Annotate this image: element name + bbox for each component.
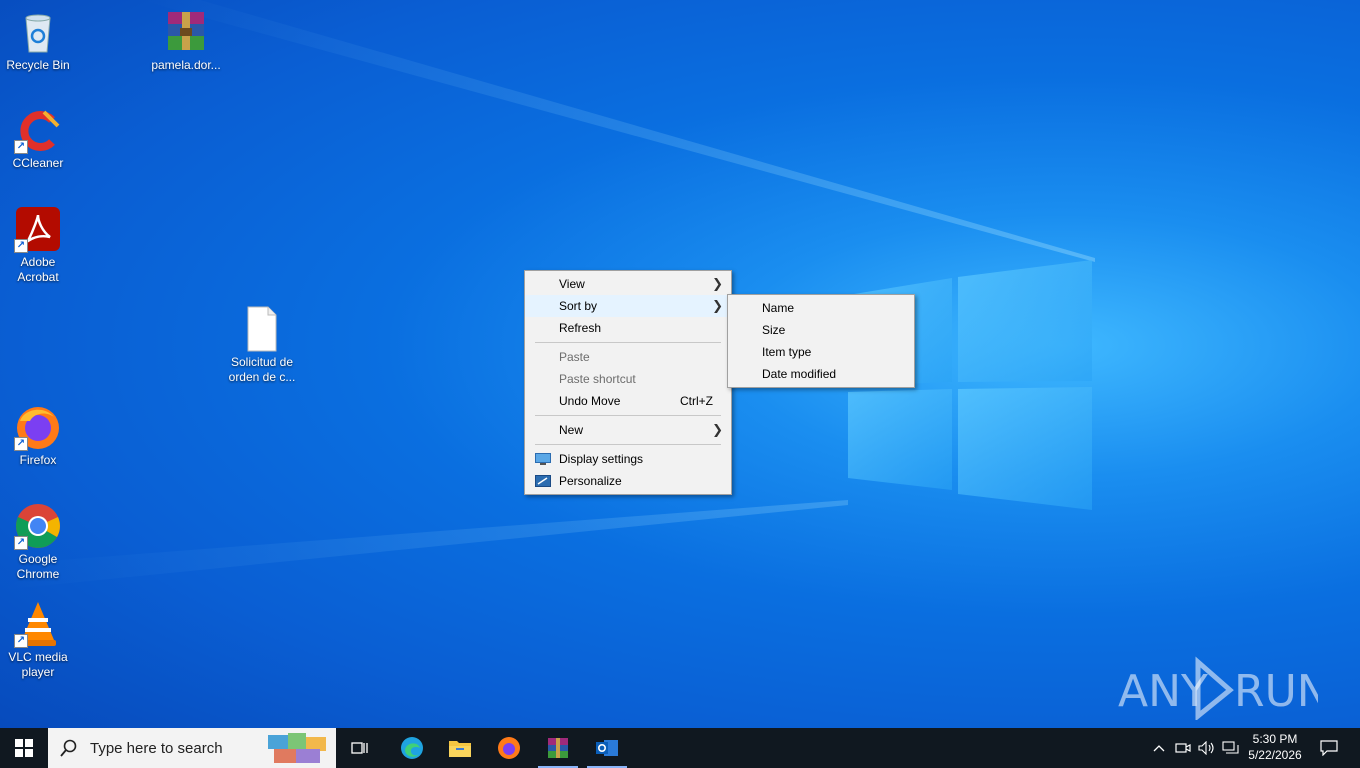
- desktop-icon-label: pamela.dor...: [151, 58, 221, 72]
- menu-item-label: Paste shortcut: [559, 372, 636, 386]
- notification-icon: [1320, 740, 1338, 756]
- winrar-archive-icon: [162, 8, 210, 56]
- desktop-icon-label: Google Chrome: [16, 552, 60, 581]
- desktop-context-menu: View ❯ Sort by ❯ Refresh Paste Paste sho…: [524, 270, 732, 495]
- search-icon: [60, 739, 77, 757]
- menu-item-undo-move[interactable]: Undo Move Ctrl+Z: [525, 390, 731, 412]
- menu-item-refresh[interactable]: Refresh: [525, 317, 731, 339]
- taskbar-winrar[interactable]: [538, 728, 578, 768]
- taskbar: Type here to search 5:30 PM 5/22/2026: [0, 728, 1360, 768]
- edge-icon: [401, 737, 423, 759]
- personalize-icon: [535, 475, 551, 487]
- menu-item-label: Date modified: [762, 367, 837, 381]
- shortcut-arrow-icon: ↗: [14, 536, 28, 550]
- show-hidden-icons-button[interactable]: [1150, 728, 1168, 768]
- sort-item-date-modified[interactable]: Date modified: [728, 363, 914, 385]
- sort-by-submenu: Name Size Item type Date modified: [727, 294, 915, 388]
- desktop-icon-label: Solicitud de orden de c...: [228, 355, 296, 384]
- taskbar-firefox[interactable]: [489, 728, 529, 768]
- shortcut-arrow-icon: ↗: [14, 437, 28, 451]
- menu-item-label: View: [559, 277, 585, 291]
- chevron-right-icon: ❯: [712, 276, 723, 291]
- menu-item-shortcut: Ctrl+Z: [680, 394, 713, 408]
- anyrun-watermark: ANY RUN: [1118, 656, 1330, 722]
- desktop-icon-label: Firefox: [19, 453, 57, 467]
- winrar-icon: [548, 738, 568, 758]
- firefox-icon: [498, 737, 520, 759]
- clock-time: 5:30 PM: [1252, 732, 1298, 746]
- sort-item-name[interactable]: Name: [728, 297, 914, 319]
- menu-item-label: Paste: [559, 350, 590, 364]
- search-placeholder: Type here to search: [90, 739, 223, 757]
- menu-item-label: Refresh: [559, 321, 602, 335]
- chrome-icon: ↗: [14, 502, 62, 550]
- taskbar-file-explorer[interactable]: [440, 728, 480, 768]
- shortcut-arrow-icon: ↗: [14, 140, 28, 154]
- menu-separator: [535, 342, 721, 343]
- watermark-text-run: RUN: [1234, 666, 1318, 717]
- chevron-right-icon: ❯: [712, 298, 723, 313]
- menu-item-paste[interactable]: Paste: [525, 346, 731, 368]
- document-file-icon: [238, 305, 286, 353]
- action-center-button[interactable]: [1312, 728, 1346, 768]
- taskbar-outlook[interactable]: [587, 728, 627, 768]
- desktop-icon-label: VLC media player: [8, 650, 68, 679]
- desktop-icon-document[interactable]: Solicitud de orden de c...: [224, 305, 300, 385]
- menu-item-label: Personalize: [559, 474, 622, 488]
- menu-item-sort-by[interactable]: Sort by ❯: [525, 295, 731, 317]
- sort-item-item-type[interactable]: Item type: [728, 341, 914, 363]
- search-highlight-puzzle-icon: [268, 733, 326, 763]
- menu-item-label: Display settings: [559, 452, 644, 466]
- desktop-icon-recycle-bin[interactable]: Recycle Bin: [0, 8, 76, 73]
- ccleaner-icon: ↗: [14, 106, 62, 154]
- shortcut-arrow-icon: ↗: [14, 239, 28, 253]
- taskbar-search-box[interactable]: Type here to search: [48, 728, 336, 768]
- menu-item-view[interactable]: View ❯: [525, 273, 731, 295]
- outlook-icon: [596, 740, 618, 756]
- menu-item-label: New: [559, 423, 584, 437]
- file-explorer-icon: [449, 741, 471, 757]
- menu-item-label: Item type: [762, 345, 812, 359]
- shortcut-arrow-icon: ↗: [14, 634, 28, 648]
- menu-item-label: Size: [762, 323, 786, 337]
- menu-separator: [535, 444, 721, 445]
- desktop-icon-label: Adobe Acrobat: [17, 255, 59, 284]
- tray-volume[interactable]: [1196, 728, 1218, 768]
- menu-item-personalize[interactable]: Personalize: [525, 470, 731, 492]
- tray-meet-now[interactable]: [1172, 728, 1194, 768]
- windows-logo-icon: [15, 739, 33, 757]
- desktop-icon-google-chrome[interactable]: ↗ Google Chrome: [0, 502, 76, 582]
- menu-item-label: Undo Move: [559, 394, 621, 408]
- task-view-icon: [351, 742, 368, 754]
- menu-item-label: Name: [762, 301, 795, 315]
- firefox-icon: ↗: [14, 403, 62, 451]
- speaker-icon: [1198, 741, 1214, 755]
- taskbar-edge[interactable]: [392, 728, 432, 768]
- watermark-text-any: ANY: [1118, 666, 1208, 717]
- task-view-button[interactable]: [340, 728, 380, 768]
- desktop-icon-firefox[interactable]: ↗ Firefox: [0, 403, 76, 468]
- display-settings-icon: [535, 453, 551, 465]
- menu-item-new[interactable]: New ❯: [525, 419, 731, 441]
- desktop-icon-vlc[interactable]: ↗ VLC media player: [0, 600, 76, 680]
- menu-item-paste-shortcut[interactable]: Paste shortcut: [525, 368, 731, 390]
- desktop-icon-label: Recycle Bin: [6, 58, 70, 72]
- chevron-right-icon: ❯: [712, 422, 723, 437]
- camera-icon: [1175, 743, 1191, 753]
- sort-item-size[interactable]: Size: [728, 319, 914, 341]
- vlc-icon: ↗: [14, 600, 62, 648]
- menu-item-display-settings[interactable]: Display settings: [525, 448, 731, 470]
- menu-item-label: Sort by: [559, 299, 598, 313]
- adobe-acrobat-icon: ↗: [14, 205, 62, 253]
- menu-separator: [535, 415, 721, 416]
- desktop-icon-label: CCleaner: [12, 156, 64, 170]
- start-button[interactable]: [0, 728, 48, 768]
- desktop-icon-adobe-acrobat[interactable]: ↗ Adobe Acrobat: [0, 205, 76, 285]
- desktop-icon-ccleaner[interactable]: ↗ CCleaner: [0, 106, 76, 171]
- taskbar-clock[interactable]: 5:30 PM 5/22/2026: [1238, 731, 1312, 763]
- chevron-up-icon: [1153, 745, 1165, 752]
- recycle-bin-icon: [14, 8, 62, 56]
- clock-date: 5/22/2026: [1248, 748, 1302, 762]
- desktop-icon-archive[interactable]: pamela.dor...: [148, 8, 224, 73]
